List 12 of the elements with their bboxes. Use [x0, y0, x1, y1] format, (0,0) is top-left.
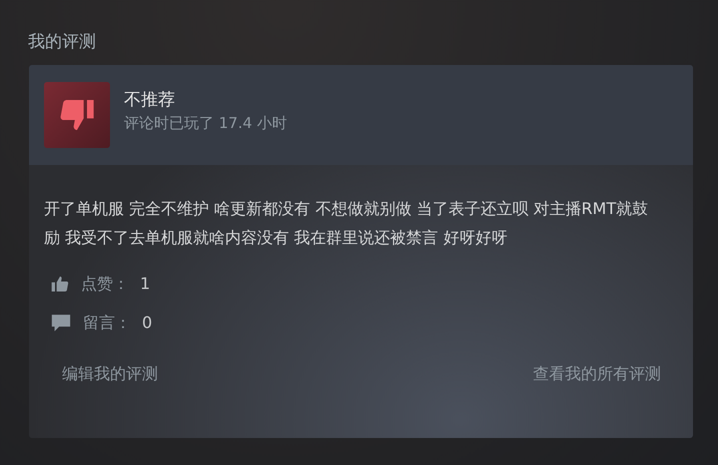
- review-link[interactable]: 查看我的所有评测: [533, 362, 661, 386]
- review-text: 开了单机服 完全不维护 啥更新都没有 不想做就别做 当了表子还立呗 对主播RMT就鼓励 我受不了去单机服就啥内容没有 我在群里说还被禁言 好呀好呀: [44, 198, 650, 249]
- stat-label: 留言：: [83, 312, 131, 334]
- thumbs-up-icon: [50, 274, 70, 294]
- stat-value: 1: [140, 273, 150, 295]
- stat-value: 0: [142, 312, 152, 334]
- section-title: 我的评测: [28, 31, 97, 54]
- review-link[interactable]: 编辑我的评测: [62, 362, 158, 386]
- comment-icon: [50, 312, 72, 334]
- stat-label: 点赞：: [81, 273, 129, 295]
- verdict-label: 不推荐: [124, 89, 176, 112]
- playtime-text: 评论时已玩了 17.4 小时: [124, 113, 287, 134]
